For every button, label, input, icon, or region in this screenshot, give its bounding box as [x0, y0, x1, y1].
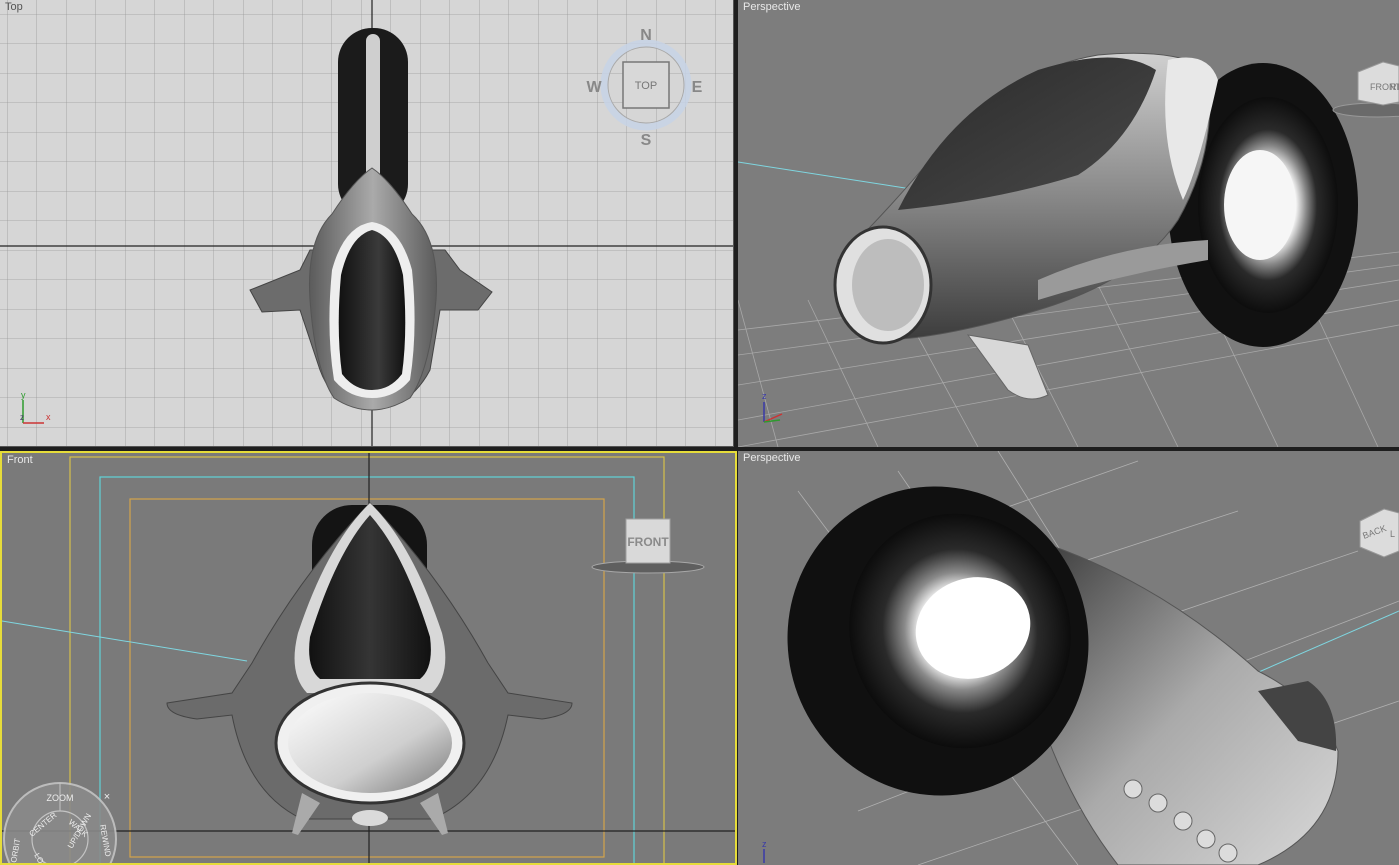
persp2-canvas: BACK L z	[747, 451, 1399, 865]
viewport-front[interactable]: Front FRONT ZOOM ORBIT CENTER WALK REWIN…	[0, 451, 737, 865]
persp2-horizon-line	[1237, 610, 1399, 682]
compass-east[interactable]: E	[692, 79, 703, 96]
viewcube-front[interactable]: FRONT	[591, 518, 705, 574]
front-horizon-line	[2, 620, 248, 662]
top-view-canvas: TOP N S E W y x z	[0, 0, 733, 446]
steering-wheel-zoom[interactable]: ZOOM	[47, 793, 74, 803]
viewport-top[interactable]: Top TOP N S E W y x z	[0, 0, 734, 447]
viewport-label-front[interactable]: Front	[7, 454, 33, 466]
viewcube-persp2[interactable]: BACK L	[1359, 508, 1399, 558]
compass-top-label[interactable]: TOP	[635, 80, 657, 92]
viewport-perspective-1[interactable]: Perspective FRONT RI z	[738, 0, 1399, 447]
compass-north[interactable]: N	[640, 27, 652, 44]
compass-west[interactable]: W	[586, 79, 602, 96]
steering-wheel-close-icon[interactable]: ×	[104, 791, 110, 803]
persp1-horizon-line	[738, 161, 919, 191]
lightcycle-front-model[interactable]	[166, 502, 573, 835]
svg-text:L: L	[1390, 529, 1395, 539]
svg-text:FRONT: FRONT	[627, 535, 669, 549]
svg-text:x: x	[46, 412, 51, 422]
viewport-label-persp2[interactable]: Perspective	[743, 452, 800, 464]
steering-wheel[interactable]: ZOOM ORBIT CENTER WALK REWIND LOOK UP/DO…	[3, 782, 117, 863]
viewport-label-persp1[interactable]: Perspective	[743, 1, 800, 13]
viewport-perspective-2[interactable]: Perspective BACK L z	[738, 451, 1399, 865]
compass-south[interactable]: S	[641, 132, 652, 149]
svg-text:RI: RI	[1390, 82, 1399, 92]
viewcube-persp1[interactable]: FRONT RI	[1332, 61, 1399, 118]
svg-text:y: y	[21, 390, 26, 400]
svg-text:z: z	[762, 391, 767, 401]
axis-tripod-persp1: z	[762, 391, 783, 423]
persp1-canvas: FRONT RI z	[738, 52, 1399, 447]
lightcycle-persp2-model[interactable]	[747, 451, 1339, 865]
front-view-canvas: FRONT ZOOM ORBIT CENTER WALK REWIND LOOK…	[2, 453, 735, 863]
viewport-label-top[interactable]: Top	[5, 1, 23, 13]
svg-text:z: z	[20, 413, 24, 422]
svg-text:z: z	[762, 839, 767, 849]
axis-tripod-persp2: z	[762, 839, 767, 863]
